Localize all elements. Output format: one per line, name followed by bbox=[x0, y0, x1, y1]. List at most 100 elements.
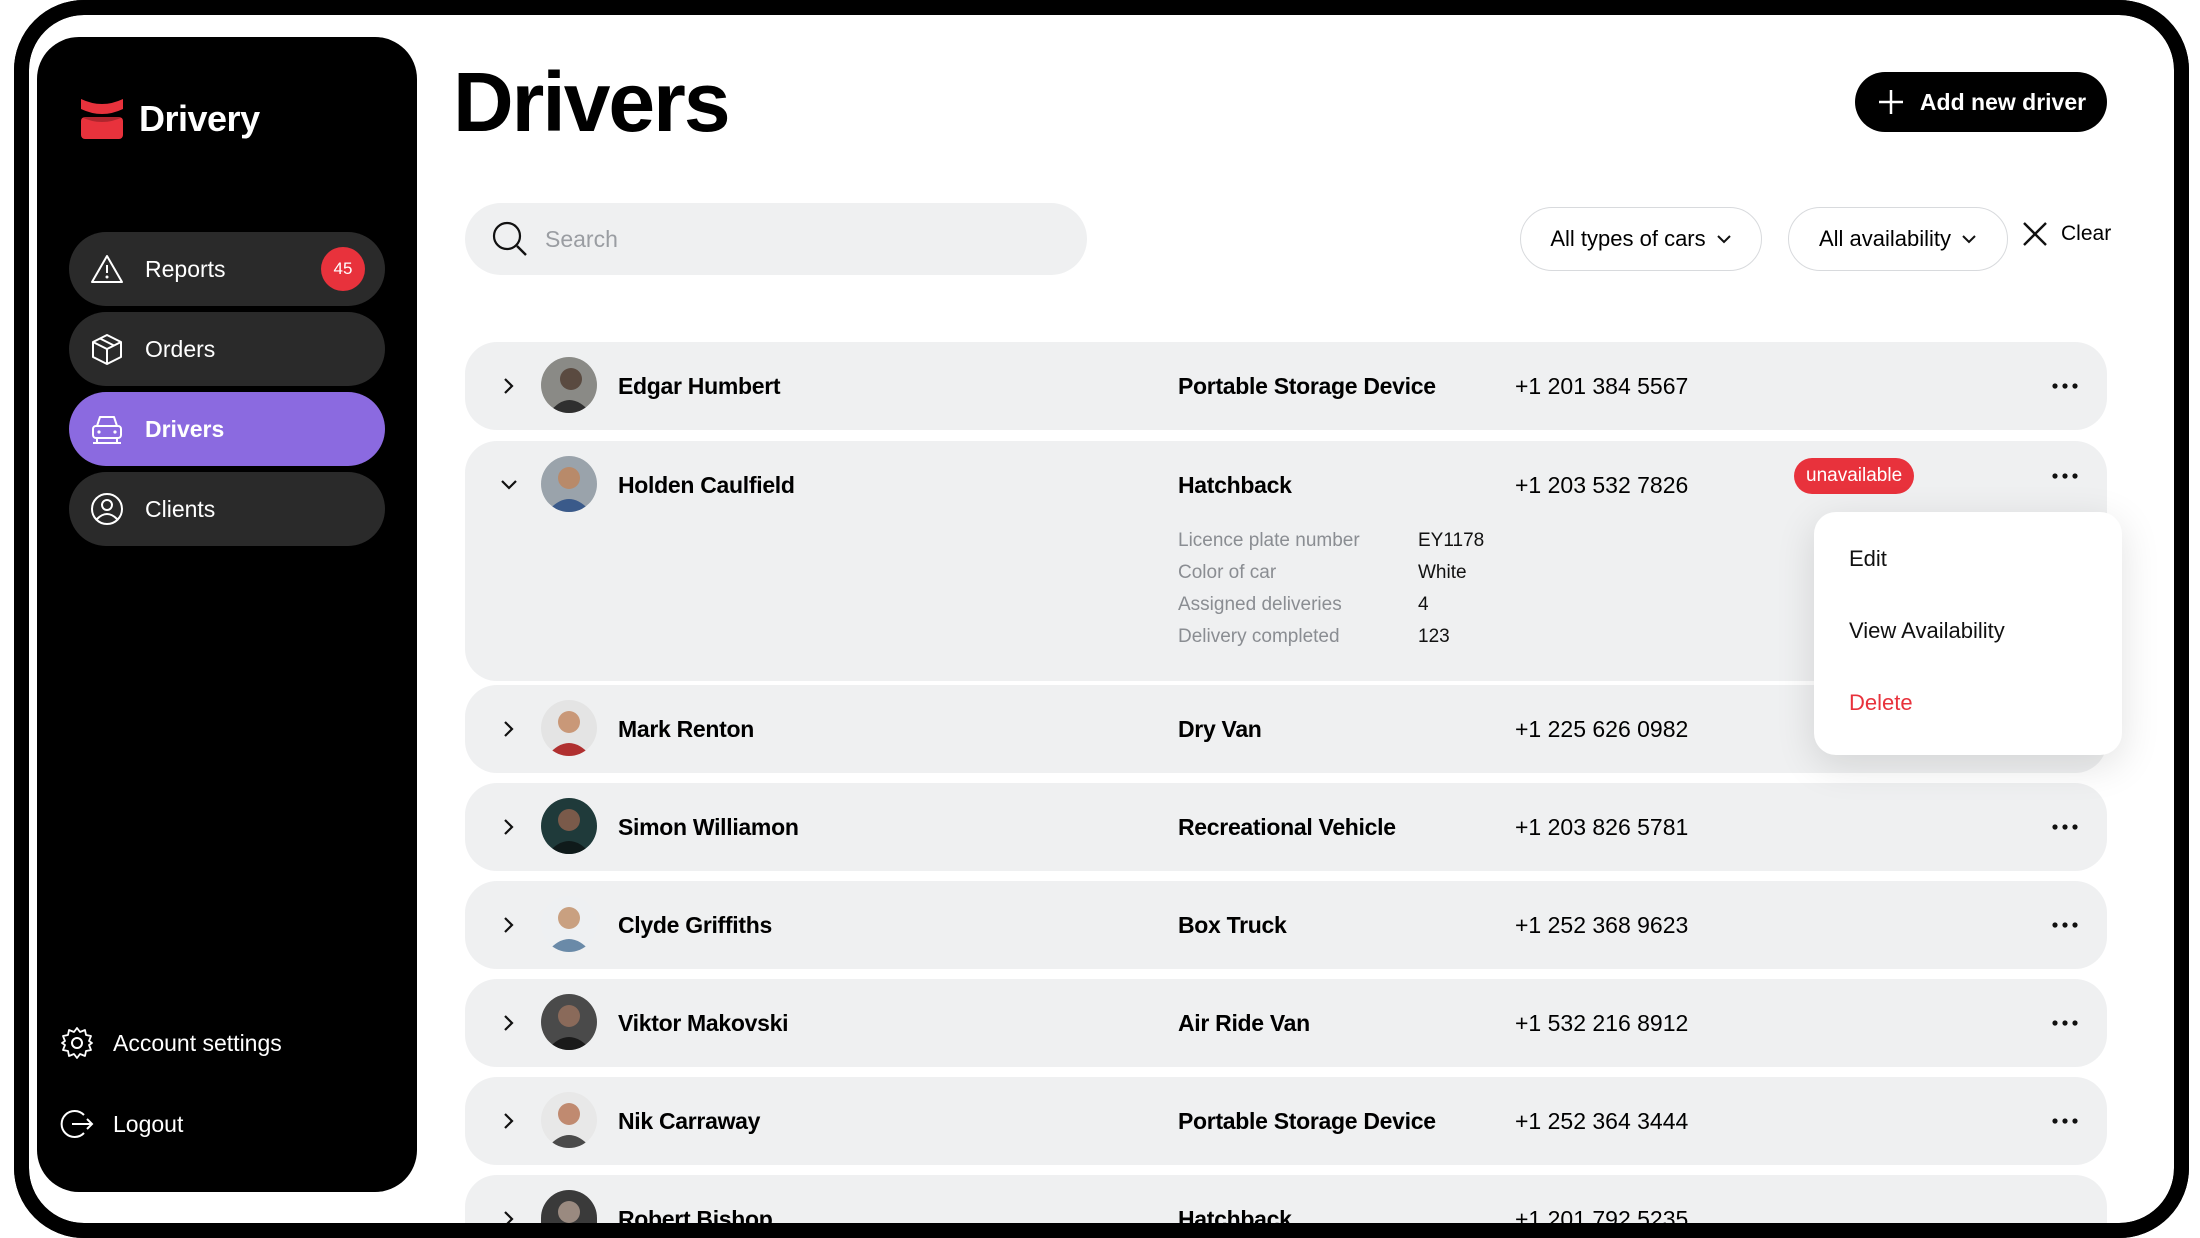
table-row[interactable]: Robert Bishop Hatchback +1 201 792 5235 bbox=[465, 1175, 2107, 1232]
detail-value: EY1178 bbox=[1418, 530, 1485, 551]
availability-filter[interactable]: All availability bbox=[1788, 207, 2008, 271]
clear-filters-button[interactable]: Clear bbox=[2021, 220, 2111, 248]
chevron-right-icon[interactable] bbox=[495, 715, 523, 743]
detail-value: 4 bbox=[1418, 594, 1429, 615]
car-type: Dry Van bbox=[1178, 716, 1262, 742]
warning-icon bbox=[87, 249, 127, 289]
table-row[interactable]: Simon Williamon Recreational Vehicle +1 … bbox=[465, 783, 2107, 871]
logout-label: Logout bbox=[113, 1110, 184, 1137]
row-context-menu: Edit View Availability Delete bbox=[1814, 512, 2122, 755]
chevron-right-icon[interactable] bbox=[495, 372, 523, 400]
driver-name: Clyde Griffiths bbox=[618, 912, 772, 938]
more-options-icon[interactable] bbox=[2045, 372, 2085, 400]
box-icon bbox=[87, 329, 127, 369]
sidebar-item-reports[interactable]: Reports 45 bbox=[69, 232, 385, 306]
more-options-icon[interactable] bbox=[2045, 813, 2085, 841]
sidebar-item-orders[interactable]: Orders bbox=[69, 312, 385, 386]
search-input[interactable] bbox=[543, 224, 1047, 254]
car-icon bbox=[87, 409, 127, 449]
avatar bbox=[541, 357, 597, 413]
table-row[interactable]: Viktor Makovski Air Ride Van +1 532 216 … bbox=[465, 979, 2107, 1067]
phone-number: +1 201 384 5567 bbox=[1515, 373, 1689, 399]
detail-label: Delivery completed bbox=[1178, 626, 1340, 647]
sidebar-item-label: Clients bbox=[145, 495, 216, 522]
status-badge: unavailable bbox=[1794, 458, 1915, 494]
chevron-right-icon[interactable] bbox=[495, 911, 523, 939]
driver-name: Edgar Humbert bbox=[618, 373, 781, 399]
brand-name: Drivery bbox=[139, 98, 260, 139]
table-row[interactable]: Edgar Humbert Portable Storage Device +1… bbox=[465, 342, 2107, 430]
detail-value: White bbox=[1418, 562, 1467, 583]
car-type: Portable Storage Device bbox=[1178, 1108, 1436, 1134]
chevron-right-icon[interactable] bbox=[495, 813, 523, 841]
sidebar-item-clients[interactable]: Clients bbox=[69, 472, 385, 546]
account-settings-label: Account settings bbox=[113, 1029, 282, 1056]
logout-icon bbox=[59, 1106, 95, 1142]
avatar bbox=[541, 700, 597, 756]
driver-name: Mark Renton bbox=[618, 716, 754, 742]
chevron-down-icon bbox=[1962, 235, 1976, 244]
driver-name: Viktor Makovski bbox=[618, 1010, 789, 1036]
more-options-icon[interactable] bbox=[2045, 1107, 2085, 1135]
chevron-right-icon[interactable] bbox=[495, 1205, 523, 1233]
car-type: Hatchback bbox=[1178, 472, 1292, 498]
car-type-filter[interactable]: All types of cars bbox=[1520, 207, 1762, 271]
gear-icon bbox=[59, 1025, 95, 1061]
close-icon bbox=[2023, 222, 2047, 246]
avatar bbox=[541, 1190, 597, 1223]
avatar bbox=[541, 994, 597, 1050]
car-type: Box Truck bbox=[1178, 912, 1287, 938]
chevron-down-icon[interactable] bbox=[495, 471, 523, 499]
sidebar-item-label: Reports bbox=[145, 255, 226, 282]
avatar bbox=[541, 798, 597, 854]
driver-name: Holden Caulfield bbox=[618, 472, 795, 498]
menu-item-edit[interactable]: Edit bbox=[1849, 546, 1887, 572]
car-type: Portable Storage Device bbox=[1178, 373, 1436, 399]
sidebar-nav: Reports 45 Orders Drivers Clients bbox=[69, 232, 385, 552]
page-title: Drivers bbox=[453, 55, 731, 149]
sidebar-item-label: Drivers bbox=[145, 415, 225, 442]
sidebar-item-drivers[interactable]: Drivers bbox=[69, 392, 385, 466]
sidebar: Drivery Reports 45 Orders Drivers Client… bbox=[37, 37, 417, 1192]
add-new-driver-button[interactable]: Add new driver bbox=[1855, 72, 2107, 132]
car-type-filter-label: All types of cars bbox=[1550, 226, 1706, 251]
car-type: Air Ride Van bbox=[1178, 1010, 1310, 1036]
plus-icon bbox=[1878, 90, 1903, 114]
account-settings-link[interactable]: Account settings bbox=[59, 1025, 282, 1061]
phone-number: +1 252 368 9623 bbox=[1515, 912, 1689, 938]
reports-count-badge: 45 bbox=[321, 247, 365, 291]
search-bar[interactable] bbox=[465, 203, 1087, 275]
user-icon bbox=[87, 489, 127, 529]
table-row[interactable]: Clyde Griffiths Box Truck +1 252 368 962… bbox=[465, 881, 2107, 969]
chevron-right-icon[interactable] bbox=[495, 1107, 523, 1135]
logout-link[interactable]: Logout bbox=[59, 1106, 183, 1142]
more-options-icon[interactable] bbox=[2045, 1009, 2085, 1037]
more-options-icon[interactable] bbox=[2045, 462, 2085, 490]
availability-filter-label: All availability bbox=[1818, 226, 1952, 251]
phone-number: +1 532 216 8912 bbox=[1515, 1010, 1689, 1036]
avatar bbox=[541, 896, 597, 952]
phone-number: +1 252 364 3444 bbox=[1515, 1108, 1689, 1134]
menu-item-delete[interactable]: Delete bbox=[1849, 690, 1913, 716]
detail-label: Licence plate number bbox=[1178, 530, 1360, 551]
chevron-down-icon bbox=[1716, 235, 1731, 244]
table-row[interactable]: Nik Carraway Portable Storage Device +1 … bbox=[465, 1077, 2107, 1165]
car-type: Hatchback bbox=[1178, 1206, 1292, 1232]
more-options-icon[interactable] bbox=[2045, 911, 2085, 939]
menu-item-view-availability[interactable]: View Availability bbox=[1849, 618, 2005, 644]
avatar bbox=[541, 1092, 597, 1148]
sidebar-item-label: Orders bbox=[145, 335, 216, 362]
detail-label: Color of car bbox=[1178, 562, 1277, 583]
driver-details: Licence plate number EY1178 Color of car W… bbox=[1178, 525, 1484, 653]
chevron-right-icon[interactable] bbox=[495, 1009, 523, 1037]
brand[interactable]: Drivery bbox=[79, 97, 260, 141]
logo-icon bbox=[81, 99, 123, 139]
driver-name: Nik Carraway bbox=[618, 1108, 761, 1134]
phone-number: +1 225 626 0982 bbox=[1515, 716, 1689, 742]
search-icon bbox=[492, 221, 527, 256]
clear-label: Clear bbox=[2061, 222, 2112, 245]
detail-value: 123 bbox=[1418, 626, 1450, 647]
phone-number: +1 203 532 7826 bbox=[1515, 472, 1689, 498]
driver-name: Simon Williamon bbox=[618, 814, 799, 840]
driver-name: Robert Bishop bbox=[618, 1206, 773, 1232]
